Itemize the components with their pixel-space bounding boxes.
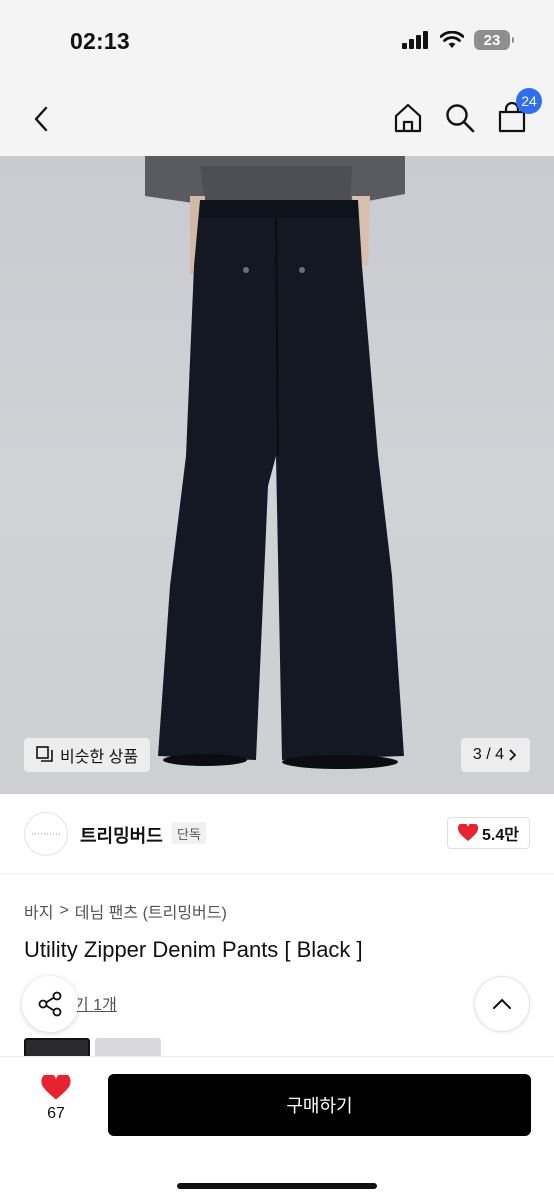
status-bar: 02:13 23 xyxy=(0,0,554,84)
search-icon xyxy=(446,104,475,133)
heart-icon xyxy=(41,1075,71,1100)
status-time: 02:13 xyxy=(70,28,130,54)
product-title: Utility Zipper Denim Pants [ Black ] xyxy=(24,937,363,962)
breadcrumb-separator: > xyxy=(59,902,69,919)
home-icon xyxy=(394,103,422,133)
home-button[interactable] xyxy=(390,100,426,136)
brand-like-count: 5.4만 xyxy=(482,827,519,844)
similar-products-button[interactable]: 비슷한 상품 xyxy=(24,738,151,772)
wish-count: 67 xyxy=(47,1105,65,1122)
breadcrumb-category[interactable]: 바지 xyxy=(24,899,53,923)
brand-like-button[interactable]: 5.4만 xyxy=(447,817,530,849)
home-indicator xyxy=(177,1183,377,1189)
wifi-icon xyxy=(440,31,464,48)
signal-icon xyxy=(402,31,428,49)
product-photo xyxy=(145,156,405,769)
back-button[interactable] xyxy=(24,102,58,136)
brand-row: 트리밍버드 단독 5.4만 xyxy=(0,794,554,874)
search-button[interactable] xyxy=(442,100,478,136)
share-icon xyxy=(38,991,62,1017)
nav-header: 24 xyxy=(0,84,554,156)
wish-button[interactable]: 67 xyxy=(30,1075,82,1135)
page-indicator-label: 3 / 4 xyxy=(472,746,504,763)
review-thumbnail[interactable] xyxy=(95,1038,161,1058)
breadcrumb-subcategory[interactable]: 데님 팬츠 (트리밍버드) xyxy=(75,899,227,923)
cart-badge: 24 xyxy=(516,88,542,114)
review-link[interactable]: 기 1개 xyxy=(74,991,117,1015)
cart-button[interactable]: 24 xyxy=(494,88,542,136)
chevron-right-icon xyxy=(509,749,517,761)
scroll-top-button[interactable] xyxy=(474,976,530,1032)
heart-icon xyxy=(458,824,479,841)
similar-icon xyxy=(36,746,53,762)
similar-label: 비슷한 상품 xyxy=(60,749,139,766)
buy-button[interactable]: 구매하기 xyxy=(108,1074,531,1136)
status-icons: 23 xyxy=(402,30,514,50)
brand-logo[interactable] xyxy=(24,812,68,856)
product-image[interactable]: 비슷한 상품 3 / 4 xyxy=(0,156,554,794)
chevron-up-icon xyxy=(493,998,511,1009)
image-page-indicator[interactable]: 3 / 4 xyxy=(460,738,530,772)
battery-icon: 23 xyxy=(474,30,514,50)
breadcrumb: 바지 > 데님 팬츠 (트리밍버드) xyxy=(24,899,227,923)
exclusive-badge: 단독 xyxy=(172,822,206,844)
share-button[interactable] xyxy=(22,976,78,1032)
brand-name[interactable]: 트리밍버드 xyxy=(80,822,163,848)
brand-logo-mark xyxy=(32,833,60,835)
bottom-bar: 67 구매하기 xyxy=(0,1056,554,1200)
review-thumbnail[interactable] xyxy=(24,1038,90,1058)
back-icon xyxy=(34,106,48,132)
